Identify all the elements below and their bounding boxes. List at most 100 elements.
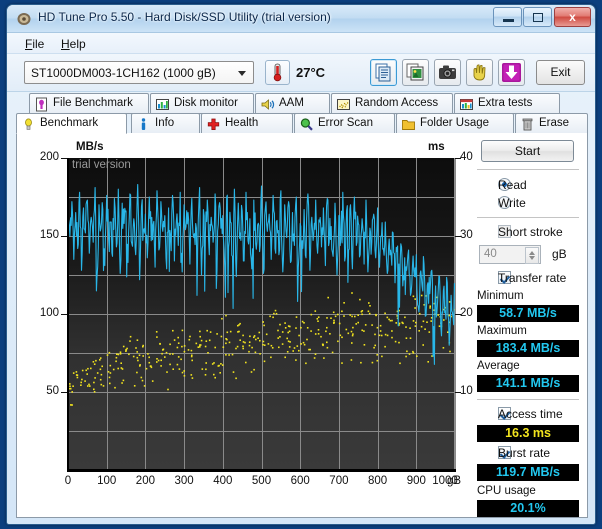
radio-read-label: Read (498, 178, 527, 192)
average-value: 141.1 MB/s (477, 375, 579, 392)
minimum-label: Minimum (477, 290, 524, 302)
menu-item-file[interactable]: File (19, 36, 50, 52)
checkbox-transfer-rate-label: Transfer rate (498, 271, 567, 285)
tab-info[interactable]: Info (131, 113, 200, 134)
menu-item-help[interactable]: Help (55, 36, 92, 52)
tab-label: Disk monitor (174, 97, 238, 109)
xtick-label-500: 500 (251, 475, 272, 487)
copy-icon[interactable] (370, 59, 397, 86)
tab-erase[interactable]: Erase (515, 113, 588, 134)
short-stroke-stepper[interactable]: 40 (479, 245, 541, 264)
health-cross-icon (206, 117, 221, 132)
benchmark-chart: MB/s ms gB trial version 200 150 100 50 … (19, 135, 473, 515)
xtick-label-600: 600 (290, 475, 310, 487)
tab-bar: File Benchmark Disk monitor AAM Random A… (7, 92, 595, 134)
menu-help-rest: elp (69, 37, 86, 51)
tab-aam[interactable]: AAM (255, 93, 330, 114)
stepper-down-icon[interactable] (529, 256, 535, 260)
start-button[interactable]: Start (481, 140, 574, 162)
minimum-value: 58.7 MB/s (477, 305, 579, 322)
tab-row-top: File Benchmark Disk monitor AAM Random A… (7, 93, 595, 114)
stepper-arrows[interactable] (525, 247, 539, 264)
benchmark-sidebar: Start Read Write Short stroke 40 gB Tran… (469, 135, 587, 517)
camera-icon[interactable] (434, 59, 461, 86)
xtick-label-300: 300 (174, 475, 194, 487)
bar-chart-icon (155, 97, 170, 112)
maximize-button[interactable] (523, 7, 552, 27)
xtick-label-1000: 1000 (432, 475, 458, 487)
chart-plot-area: trial version (68, 158, 456, 470)
chevron-down-icon (238, 71, 246, 76)
app-window: HD Tune Pro 5.50 - Hard Disk/SSD Utility… (6, 4, 596, 525)
ytick-label-left-150: 150 (39, 229, 59, 241)
maximum-label: Maximum (477, 325, 527, 337)
tab-row-bottom: Benchmark Info Health Error Scan Folder … (7, 113, 595, 134)
radio-write-label: Write (498, 196, 526, 210)
minimize-button[interactable] (493, 7, 522, 27)
tab-label: AAM (279, 97, 304, 109)
tab-label: Health (225, 117, 259, 129)
drive-select[interactable]: ST1000DM003-1CH162 (1000 gB) (24, 61, 254, 84)
drive-select-value: ST1000DM003-1CH162 (1000 gB) (31, 66, 216, 80)
xtick-label-200: 200 (135, 475, 155, 487)
extra-tests-icon (459, 97, 474, 112)
tab-benchmark[interactable]: Benchmark (16, 113, 127, 134)
download-arrow-icon[interactable] (498, 59, 525, 86)
transfer-rate-line (68, 183, 455, 365)
access-time-value: 16.3 ms (477, 425, 579, 442)
tab-label: Erase (539, 117, 570, 129)
tab-label: Benchmark (40, 117, 99, 129)
xtick-label-100: 100 (97, 475, 117, 487)
chart-axis-bottom (67, 469, 456, 472)
benchmark-panel: MB/s ms gB trial version 200 150 100 50 … (16, 133, 588, 518)
tab-label: Folder Usage (420, 117, 490, 129)
xtick-label-700: 700 (329, 475, 349, 487)
hdtune-app-icon (16, 11, 32, 27)
cpu-usage-label: CPU usage (477, 485, 536, 497)
stepper-up-icon[interactable] (529, 251, 535, 255)
ytick-label-left-200: 200 (39, 151, 59, 163)
folder-icon (401, 117, 416, 132)
close-icon: x (569, 10, 576, 24)
tab-folder-usage[interactable]: Folder Usage (396, 113, 514, 134)
short-stroke-unit: gB (552, 247, 567, 261)
chart-series-canvas (68, 183, 455, 406)
file-benchmark-icon (34, 97, 49, 112)
xtick-label-800: 800 (368, 475, 388, 487)
toolbar: ST1000DM003-1CH162 (1000 gB) 27°C Exit (7, 54, 595, 92)
temperature-value: 27°C (296, 65, 326, 80)
tab-random-access[interactable]: Random Access (331, 93, 453, 114)
checkbox-burst-rate-label: Burst rate (498, 446, 551, 460)
tab-label: Error Scan (318, 117, 373, 129)
hand-icon[interactable] (466, 59, 493, 86)
thermometer-icon (265, 60, 290, 85)
average-label: Average (477, 360, 520, 372)
access-time-scatter (68, 292, 455, 406)
menu-file-rest: ile (32, 37, 45, 51)
minimize-icon (503, 19, 514, 22)
scatter-icon (336, 97, 351, 112)
trial-watermark: trial version (72, 159, 131, 171)
chart-axis-left (67, 158, 69, 471)
xtick-label-0: 0 (64, 475, 72, 487)
tab-error-scan[interactable]: Error Scan (294, 113, 395, 134)
ytick-label-left-100: 100 (39, 307, 59, 319)
copy-image-icon[interactable] (402, 59, 429, 86)
tab-disk-monitor[interactable]: Disk monitor (150, 93, 254, 114)
magnifier-icon (299, 117, 314, 132)
tab-health[interactable]: Health (201, 113, 293, 134)
info-icon (136, 117, 151, 132)
chart-ylabel-left: MB/s (76, 141, 104, 153)
xtick-label-400: 400 (213, 475, 233, 487)
tab-label: Extra tests (478, 97, 533, 109)
close-button[interactable]: x (554, 7, 591, 27)
trash-icon (520, 117, 535, 132)
tab-label: Info (155, 117, 175, 129)
burst-rate-value: 119.7 MB/s (477, 464, 579, 481)
tab-extra-tests[interactable]: Extra tests (454, 93, 560, 114)
cpu-usage-value: 20.1% (477, 500, 579, 517)
tab-file-benchmark[interactable]: File Benchmark (29, 93, 149, 114)
maximize-icon (533, 13, 543, 22)
checkbox-short-stroke-label: Short stroke (498, 225, 563, 239)
exit-button[interactable]: Exit (536, 60, 585, 85)
